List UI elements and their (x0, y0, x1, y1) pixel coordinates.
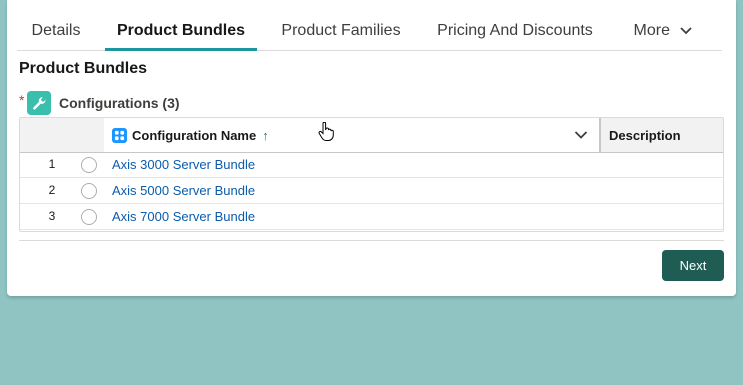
sort-ascending-icon[interactable]: ↑ (262, 128, 269, 143)
configuration-name-link[interactable]: Axis 7000 Server Bundle (112, 204, 255, 230)
tab-product-families[interactable]: Product Families (275, 0, 407, 50)
column-header-description[interactable]: Description (601, 118, 723, 152)
main-card: Details Product Bundles Product Families… (7, 0, 736, 296)
configuration-name-link[interactable]: Axis 5000 Server Bundle (112, 178, 255, 204)
tab-more-label: More (633, 22, 670, 39)
column-label-description: Description (609, 127, 681, 143)
configuration-name-link[interactable]: Axis 3000 Server Bundle (112, 152, 255, 178)
configurations-table: Configuration Name ↑ Description 1 Axis … (19, 117, 724, 232)
table-header: Configuration Name ↑ Description (20, 118, 723, 153)
row-select-radio[interactable] (81, 209, 97, 225)
tab-bar: Details Product Bundles Product Families… (17, 0, 722, 51)
configurations-header: * Configurations (3) (19, 91, 180, 115)
tab-pricing-and-discounts[interactable]: Pricing And Discounts (429, 0, 601, 50)
column-menu-chevron-icon[interactable] (574, 127, 588, 145)
row-number: 2 (48, 183, 56, 197)
grid-icon (112, 127, 127, 143)
wrench-icon (27, 91, 51, 115)
row-number: 3 (48, 209, 56, 223)
tab-product-bundles[interactable]: Product Bundles (105, 0, 257, 51)
chevron-down-icon (680, 0, 693, 62)
tab-more[interactable]: More (625, 0, 701, 50)
row-number: 1 (48, 157, 56, 171)
row-select-radio[interactable] (81, 157, 97, 173)
next-button[interactable]: Next (662, 250, 724, 281)
tab-details[interactable]: Details (17, 0, 95, 50)
table-row: 3 Axis 7000 Server Bundle (20, 204, 723, 230)
table-row: 1 Axis 3000 Server Bundle (20, 152, 723, 178)
column-header-configuration-name[interactable]: Configuration Name ↑ (104, 118, 600, 152)
column-label-configuration-name: Configuration Name (132, 127, 257, 143)
section-title: Product Bundles (19, 60, 148, 77)
required-marker: * (19, 92, 25, 108)
configurations-label: Configurations (3) (59, 95, 180, 111)
hand-cursor-icon (318, 121, 334, 147)
row-select-radio[interactable] (81, 183, 97, 199)
table-row: 2 Axis 5000 Server Bundle (20, 178, 723, 204)
footer-divider (19, 240, 724, 241)
